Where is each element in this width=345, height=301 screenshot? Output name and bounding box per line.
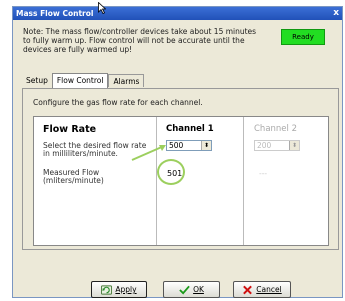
channel1-setpoint-stepper[interactable]: 500 ⬍ [166, 140, 212, 151]
ok-label: OK [193, 285, 204, 294]
window-titlebar[interactable]: Mass Flow Control x [13, 7, 342, 20]
channel2-header: Channel 2 [254, 124, 298, 134]
measured-flow-label: Measured Flow (mliters/minute) [43, 168, 104, 185]
spin-arrows-icon[interactable]: ⬍ [201, 141, 211, 150]
apply-button[interactable]: Apply [91, 281, 147, 298]
red-x-icon [243, 285, 253, 294]
refresh-icon [101, 284, 113, 295]
flow-control-panel: Configure the gas flow rate for each cha… [22, 88, 339, 250]
warmup-note: Note: The mass flow/controller devices t… [23, 27, 257, 54]
pointer-arrow-annotation [131, 145, 166, 161]
tab-bar: Setup Flow Control Alarms [22, 73, 145, 88]
close-icon[interactable]: x [333, 7, 339, 20]
column-divider [156, 117, 157, 245]
flow-rate-header: Flow Rate [43, 124, 97, 135]
flow-rate-table: Flow Rate Channel 1 Channel 2 Select the… [33, 116, 329, 246]
cancel-button[interactable]: Cancel [233, 281, 291, 298]
mouse-cursor-icon [98, 2, 106, 14]
apply-label: Apply [115, 285, 137, 294]
status-badge: Ready [281, 29, 325, 45]
spin-arrows-icon[interactable]: ⬍ [289, 141, 299, 150]
cancel-label: Cancel [256, 285, 282, 294]
checkmark-icon [179, 285, 190, 295]
panel-description: Configure the gas flow rate for each cha… [33, 98, 203, 107]
window-title: Mass Flow Control [16, 9, 94, 18]
highlight-circle-annotation [157, 159, 185, 185]
channel1-header: Channel 1 [166, 124, 214, 134]
column-divider [243, 117, 244, 245]
tab-alarms[interactable]: Alarms [108, 74, 145, 87]
tab-flow-control[interactable]: Flow Control [51, 73, 109, 88]
mass-flow-control-window: Mass Flow Control x Note: The mass flow/… [12, 6, 343, 298]
tab-setup[interactable]: Setup [22, 74, 52, 87]
channel2-measured-value: --- [259, 169, 268, 178]
channel2-setpoint-value[interactable]: 200 [257, 141, 271, 150]
channel2-setpoint-stepper[interactable]: 200 ⬍ [254, 140, 300, 151]
channel1-setpoint-value[interactable]: 500 [169, 141, 183, 150]
ok-button[interactable]: OK [163, 281, 220, 298]
